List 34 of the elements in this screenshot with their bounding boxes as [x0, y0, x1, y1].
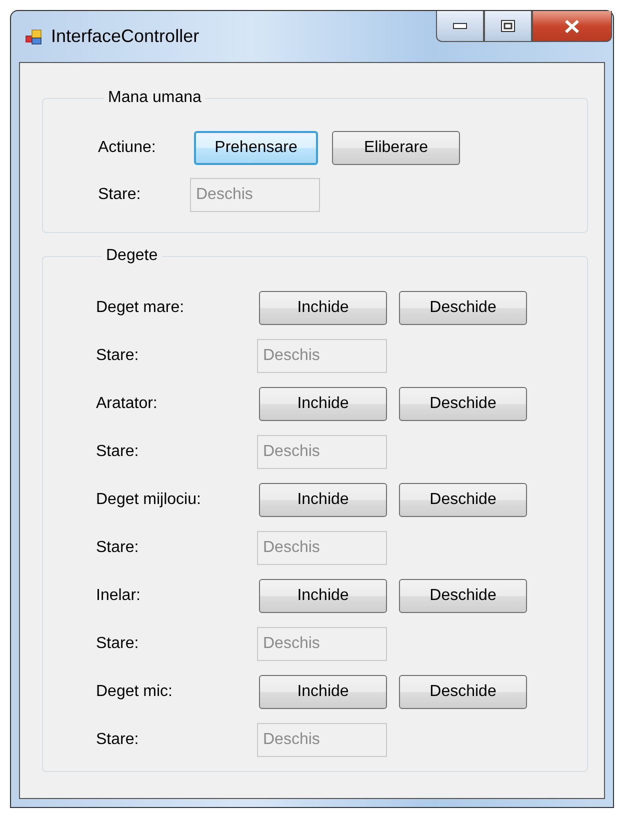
push-button[interactable]: Deschide	[399, 387, 527, 421]
field-label: Actiune:	[98, 139, 157, 157]
push-button[interactable]: Deschide	[399, 579, 527, 613]
push-button[interactable]: Deschide	[399, 675, 527, 709]
push-button[interactable]: Prehensare	[194, 131, 318, 165]
maximize-icon	[501, 20, 515, 32]
maximize-button[interactable]	[484, 11, 532, 42]
app-icon	[25, 28, 43, 46]
group-title: Mana umana	[107, 89, 202, 107]
field-label: Aratator:	[96, 395, 158, 413]
field-label: Stare:	[96, 443, 140, 461]
minimize-icon	[453, 23, 467, 29]
field-label: Stare:	[96, 347, 140, 365]
push-button[interactable]: Eliberare	[332, 131, 460, 165]
field-label: Stare:	[96, 635, 140, 653]
field-label: Stare:	[96, 539, 140, 557]
push-button[interactable]: Inchide	[259, 387, 387, 421]
push-button[interactable]: Inchide	[259, 675, 387, 709]
group-title: Degete	[105, 247, 159, 265]
field-label: Stare:	[96, 731, 140, 749]
field-label: Stare:	[98, 186, 142, 204]
push-button[interactable]: Inchide	[259, 579, 387, 613]
window-title: InterfaceController	[51, 26, 200, 47]
close-icon	[564, 20, 580, 32]
field-label: Inelar:	[96, 587, 142, 605]
field-label: Deget mijlociu:	[96, 491, 202, 509]
field-label: Deget mare:	[96, 299, 186, 317]
push-button[interactable]: Inchide	[259, 291, 387, 325]
push-button[interactable]: Inchide	[259, 483, 387, 517]
push-button[interactable]: Deschide	[399, 291, 527, 325]
push-button[interactable]: Deschide	[399, 483, 527, 517]
minimize-button[interactable]	[436, 11, 484, 42]
close-button[interactable]	[532, 11, 612, 42]
field-label: Deget mic:	[96, 683, 174, 701]
